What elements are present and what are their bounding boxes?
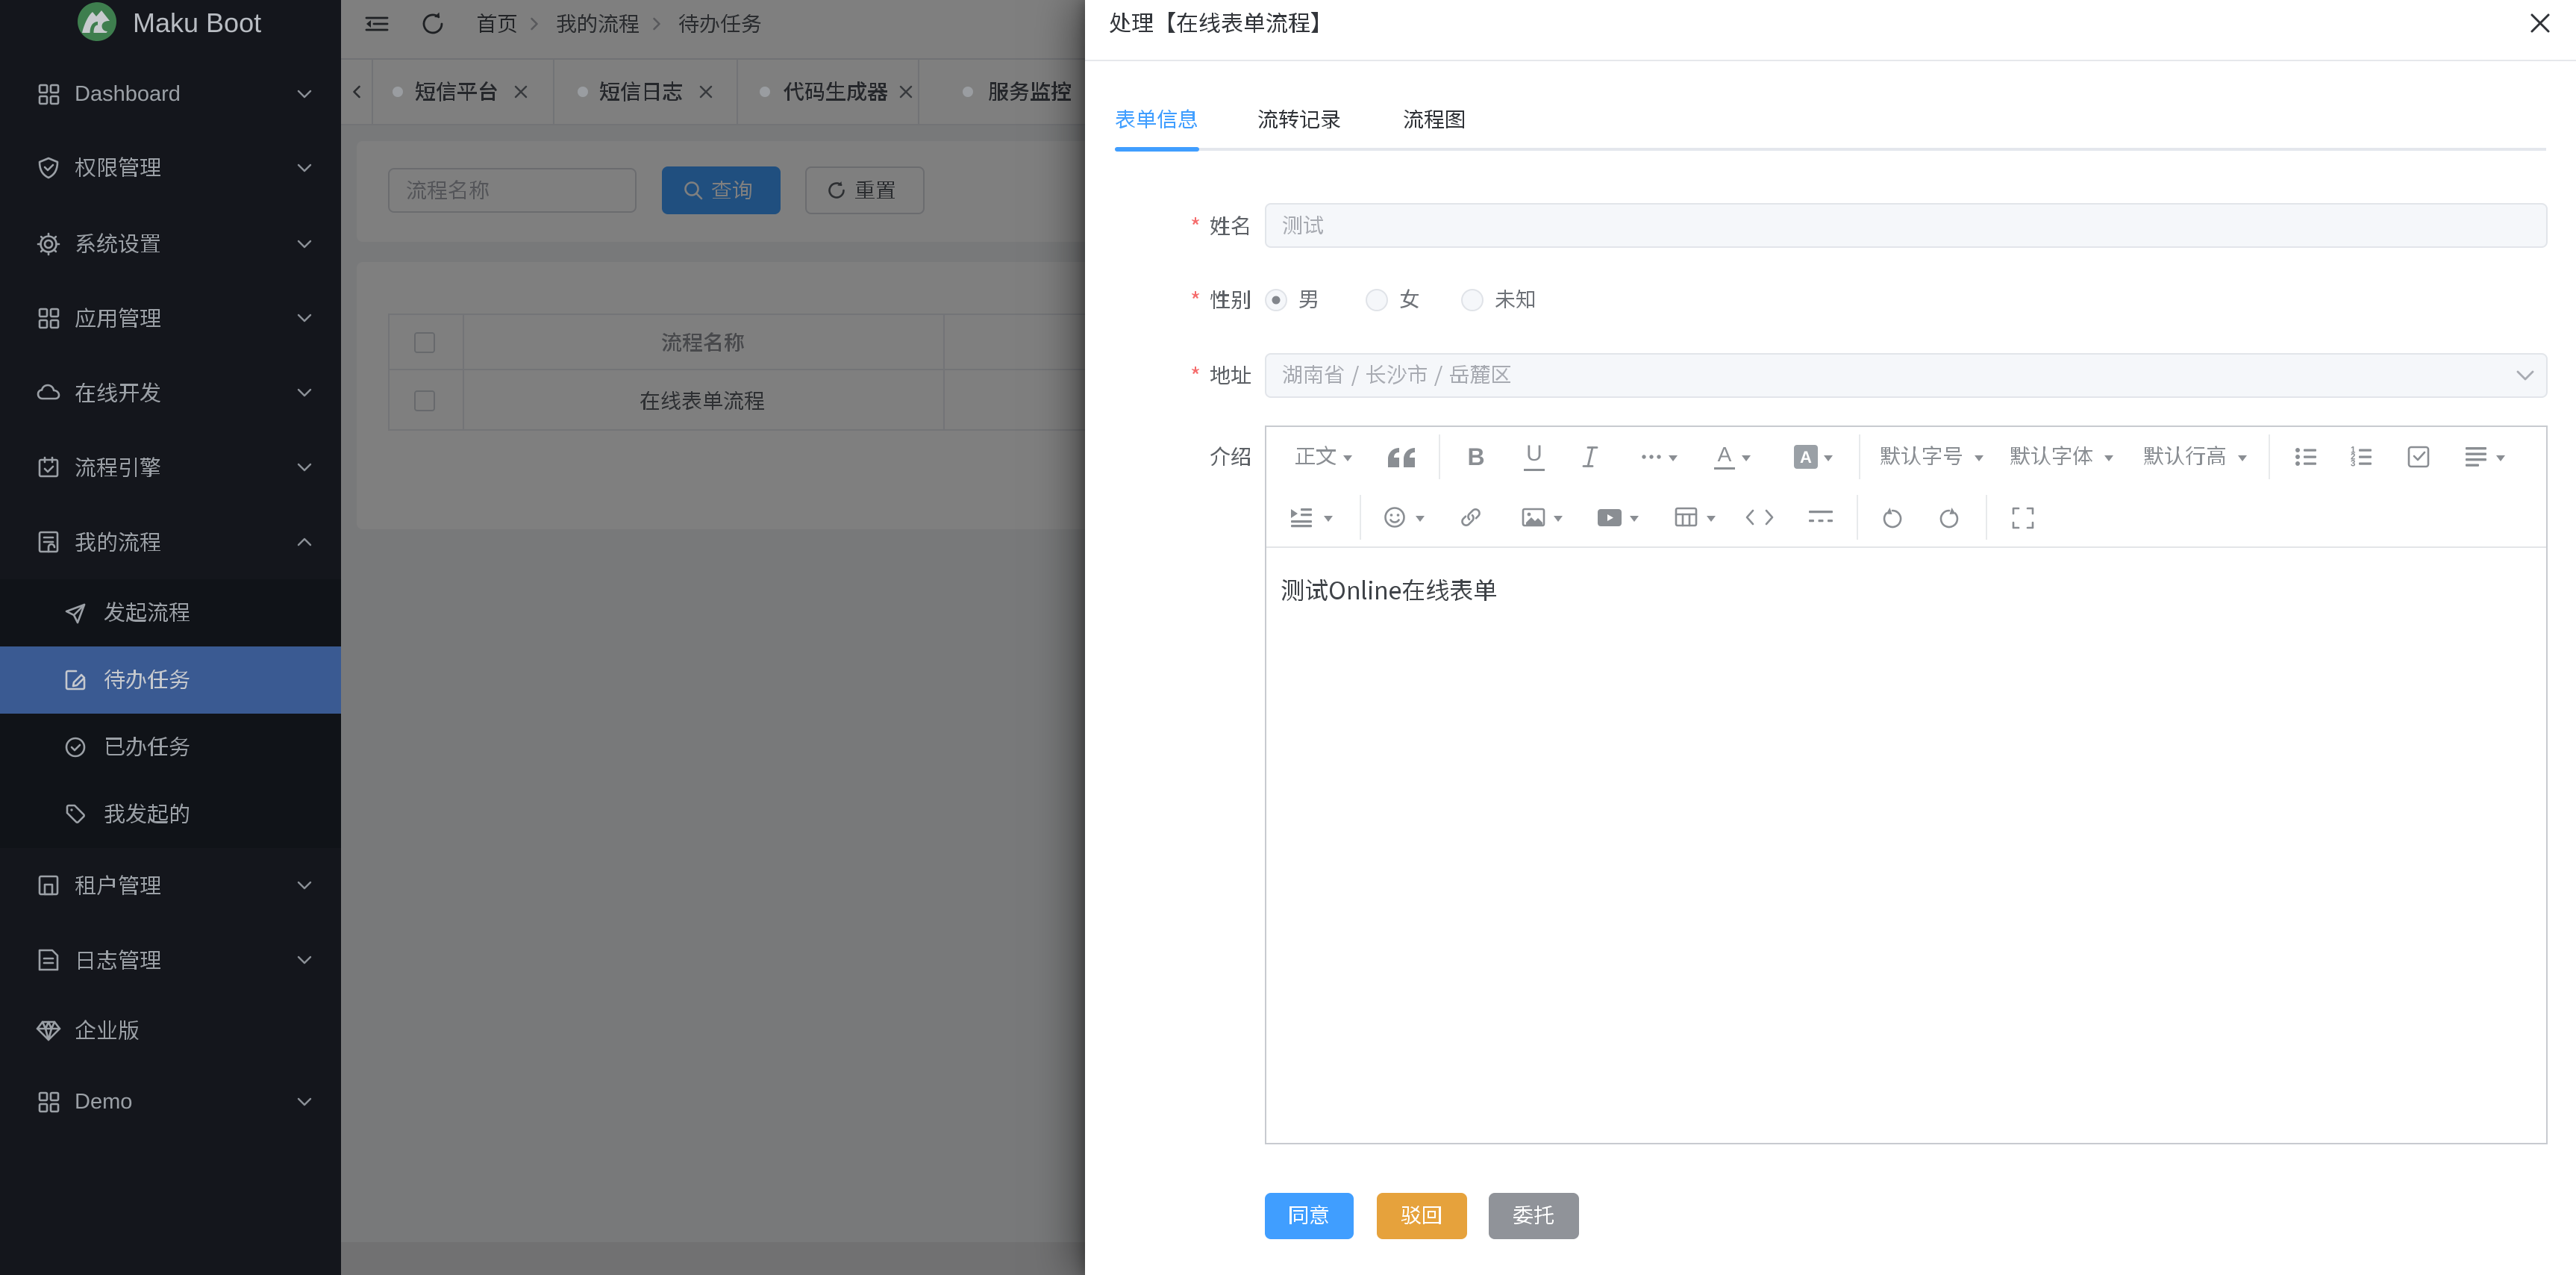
svg-text:3: 3 (2351, 460, 2355, 469)
svg-text:A: A (1800, 448, 1812, 467)
